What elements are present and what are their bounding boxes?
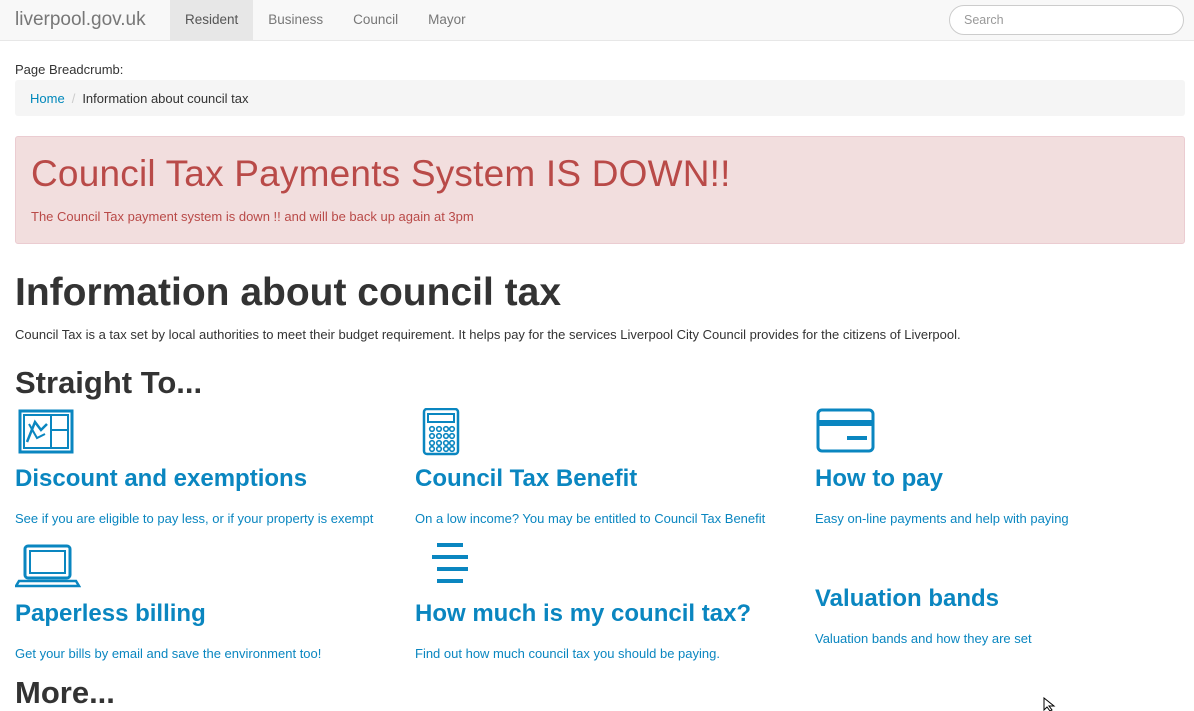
tile-desc-discount-exemptions: See if you are eligible to pay less, or … bbox=[15, 511, 374, 526]
search-input[interactable] bbox=[949, 5, 1184, 35]
tile-desc-valuation-bands: Valuation bands and how they are set bbox=[815, 631, 1032, 646]
floorplan-icon[interactable] bbox=[15, 408, 79, 458]
nav-item-resident[interactable]: Resident bbox=[170, 0, 254, 40]
tile-desc-how-to-pay: Easy on-line payments and help with payi… bbox=[815, 511, 1069, 526]
breadcrumb-separator: / bbox=[71, 90, 76, 106]
nav-item-business[interactable]: Business bbox=[253, 0, 338, 40]
nav-item-mayor[interactable]: Mayor bbox=[413, 0, 481, 40]
tile-title-paperless-billing[interactable]: Paperless billing bbox=[15, 600, 206, 628]
mouse-cursor-icon bbox=[1043, 696, 1057, 711]
tile-desc-how-much-council-tax: Find out how much council tax you should… bbox=[415, 646, 720, 661]
tile-title-how-to-pay[interactable]: How to pay bbox=[815, 465, 943, 493]
breadcrumb-label: Page Breadcrumb: bbox=[15, 62, 124, 77]
tile-desc-paperless-billing: Get your bills by email and save the env… bbox=[15, 646, 322, 661]
tile-desc-council-tax-benefit: On a low income? You may be entitled to … bbox=[415, 511, 766, 526]
alert-title: Council Tax Payments System IS DOWN!! bbox=[31, 153, 731, 194]
credit-card-icon[interactable] bbox=[815, 408, 879, 458]
tile-title-how-much-council-tax[interactable]: How much is my council tax? bbox=[415, 600, 751, 628]
breadcrumb-current: Information about council tax bbox=[82, 90, 249, 106]
list-icon[interactable] bbox=[415, 543, 479, 593]
breadcrumb: Home / Information about council tax bbox=[15, 80, 1185, 116]
nav-item-council[interactable]: Council bbox=[338, 0, 413, 40]
main-nav: Resident Business Council Mayor bbox=[170, 0, 481, 40]
tile-title-valuation-bands[interactable]: Valuation bands bbox=[815, 585, 999, 613]
more-heading: More... bbox=[15, 675, 115, 710]
site-brand-link[interactable]: liverpool.gov.uk bbox=[15, 9, 146, 31]
alert-message: The Council Tax payment system is down !… bbox=[31, 209, 474, 224]
top-navbar: liverpool.gov.uk Resident Business Counc… bbox=[0, 0, 1194, 41]
breadcrumb-home-link[interactable]: Home bbox=[30, 91, 65, 106]
system-down-alert: Council Tax Payments System IS DOWN!! Th… bbox=[15, 136, 1185, 244]
tile-title-discount-exemptions[interactable]: Discount and exemptions bbox=[15, 465, 307, 493]
page-title: Information about council tax bbox=[15, 271, 562, 314]
calculator-icon[interactable] bbox=[415, 408, 479, 458]
intro-text: Council Tax is a tax set by local author… bbox=[15, 327, 961, 342]
straight-to-heading: Straight To... bbox=[15, 365, 203, 400]
laptop-icon[interactable] bbox=[15, 543, 81, 593]
tile-title-council-tax-benefit[interactable]: Council Tax Benefit bbox=[415, 465, 637, 493]
